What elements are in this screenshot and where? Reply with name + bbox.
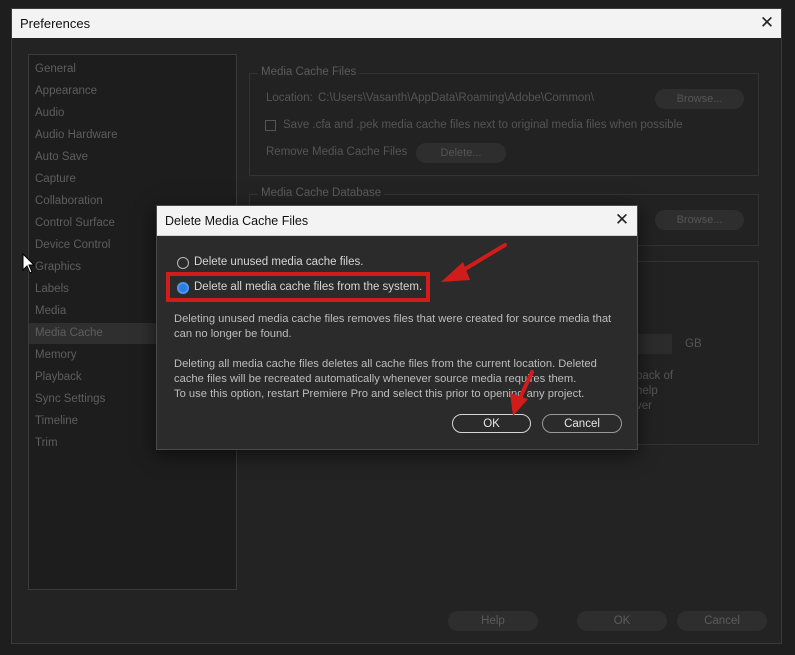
location-label: Location:	[266, 92, 313, 104]
delete-cache-files-button[interactable]: Delete...	[416, 143, 506, 163]
browse-database-button[interactable]: Browse...	[655, 210, 744, 230]
partial-text-line-2: help	[636, 385, 658, 397]
remove-cache-files-label: Remove Media Cache Files	[266, 146, 408, 158]
close-icon[interactable]: ✕	[756, 13, 778, 33]
help-button[interactable]: Help	[448, 611, 538, 631]
sidebar-item-capture[interactable]: Capture	[29, 169, 236, 190]
dialog-titlebar: Delete Media Cache Files ✕	[157, 206, 637, 236]
option-delete-unused-label: Delete unused media cache files.	[194, 256, 364, 268]
location-value: C:\Users\Vasanth\AppData\Roaming\Adobe\C…	[318, 92, 594, 104]
sidebar-item-auto-save[interactable]: Auto Save	[29, 147, 236, 168]
dialog-title: Delete Media Cache Files	[165, 214, 309, 228]
media-cache-files-legend: Media Cache Files	[258, 66, 360, 78]
browse-cache-files-button[interactable]: Browse...	[655, 89, 744, 109]
dialog-close-icon[interactable]: ✕	[611, 210, 633, 230]
dialog-cancel-button[interactable]: Cancel	[542, 414, 622, 433]
sidebar-item-appearance[interactable]: Appearance	[29, 81, 236, 102]
media-cache-files-group: Media Cache Files Location: C:\Users\Vas…	[249, 66, 759, 176]
save-cfa-pek-label: Save .cfa and .pek media cache files nex…	[283, 119, 683, 131]
window-title: Preferences	[20, 16, 91, 31]
preferences-titlebar: Preferences ✕	[12, 9, 781, 38]
description-unused-line-2: can no longer be found.	[174, 328, 292, 341]
description-all-line-1: Deleting all media cache files deletes a…	[174, 358, 597, 370]
dialog-ok-button[interactable]: OK	[452, 414, 531, 433]
description-all: Deleting all media cache files deletes a…	[174, 357, 624, 403]
cancel-button[interactable]: Cancel	[677, 611, 767, 631]
ok-button[interactable]: OK	[577, 611, 667, 631]
description-all-line-2: cache files will be recreated automatica…	[174, 373, 577, 386]
save-cfa-pek-checkbox[interactable]	[265, 120, 276, 131]
description-unused: Deleting unused media cache files remove…	[174, 312, 624, 342]
description-all-line-3: To use this option, restart Premiere Pro…	[174, 388, 585, 401]
sidebar-item-audio-hardware[interactable]: Audio Hardware	[29, 125, 236, 146]
annotation-highlight-box	[166, 272, 430, 302]
sidebar-item-audio[interactable]: Audio	[29, 103, 236, 124]
partial-text-line-1: back of	[636, 370, 674, 382]
mouse-cursor-icon	[22, 253, 36, 274]
media-cache-database-legend: Media Cache Database	[258, 187, 385, 199]
partial-text-line-3: ver	[636, 400, 652, 412]
radio-unused[interactable]	[177, 257, 189, 269]
description-unused-line-1: Deleting unused media cache files remove…	[174, 313, 612, 325]
sidebar-item-general[interactable]: General	[29, 59, 236, 80]
cache-size-unit: GB	[685, 338, 702, 350]
